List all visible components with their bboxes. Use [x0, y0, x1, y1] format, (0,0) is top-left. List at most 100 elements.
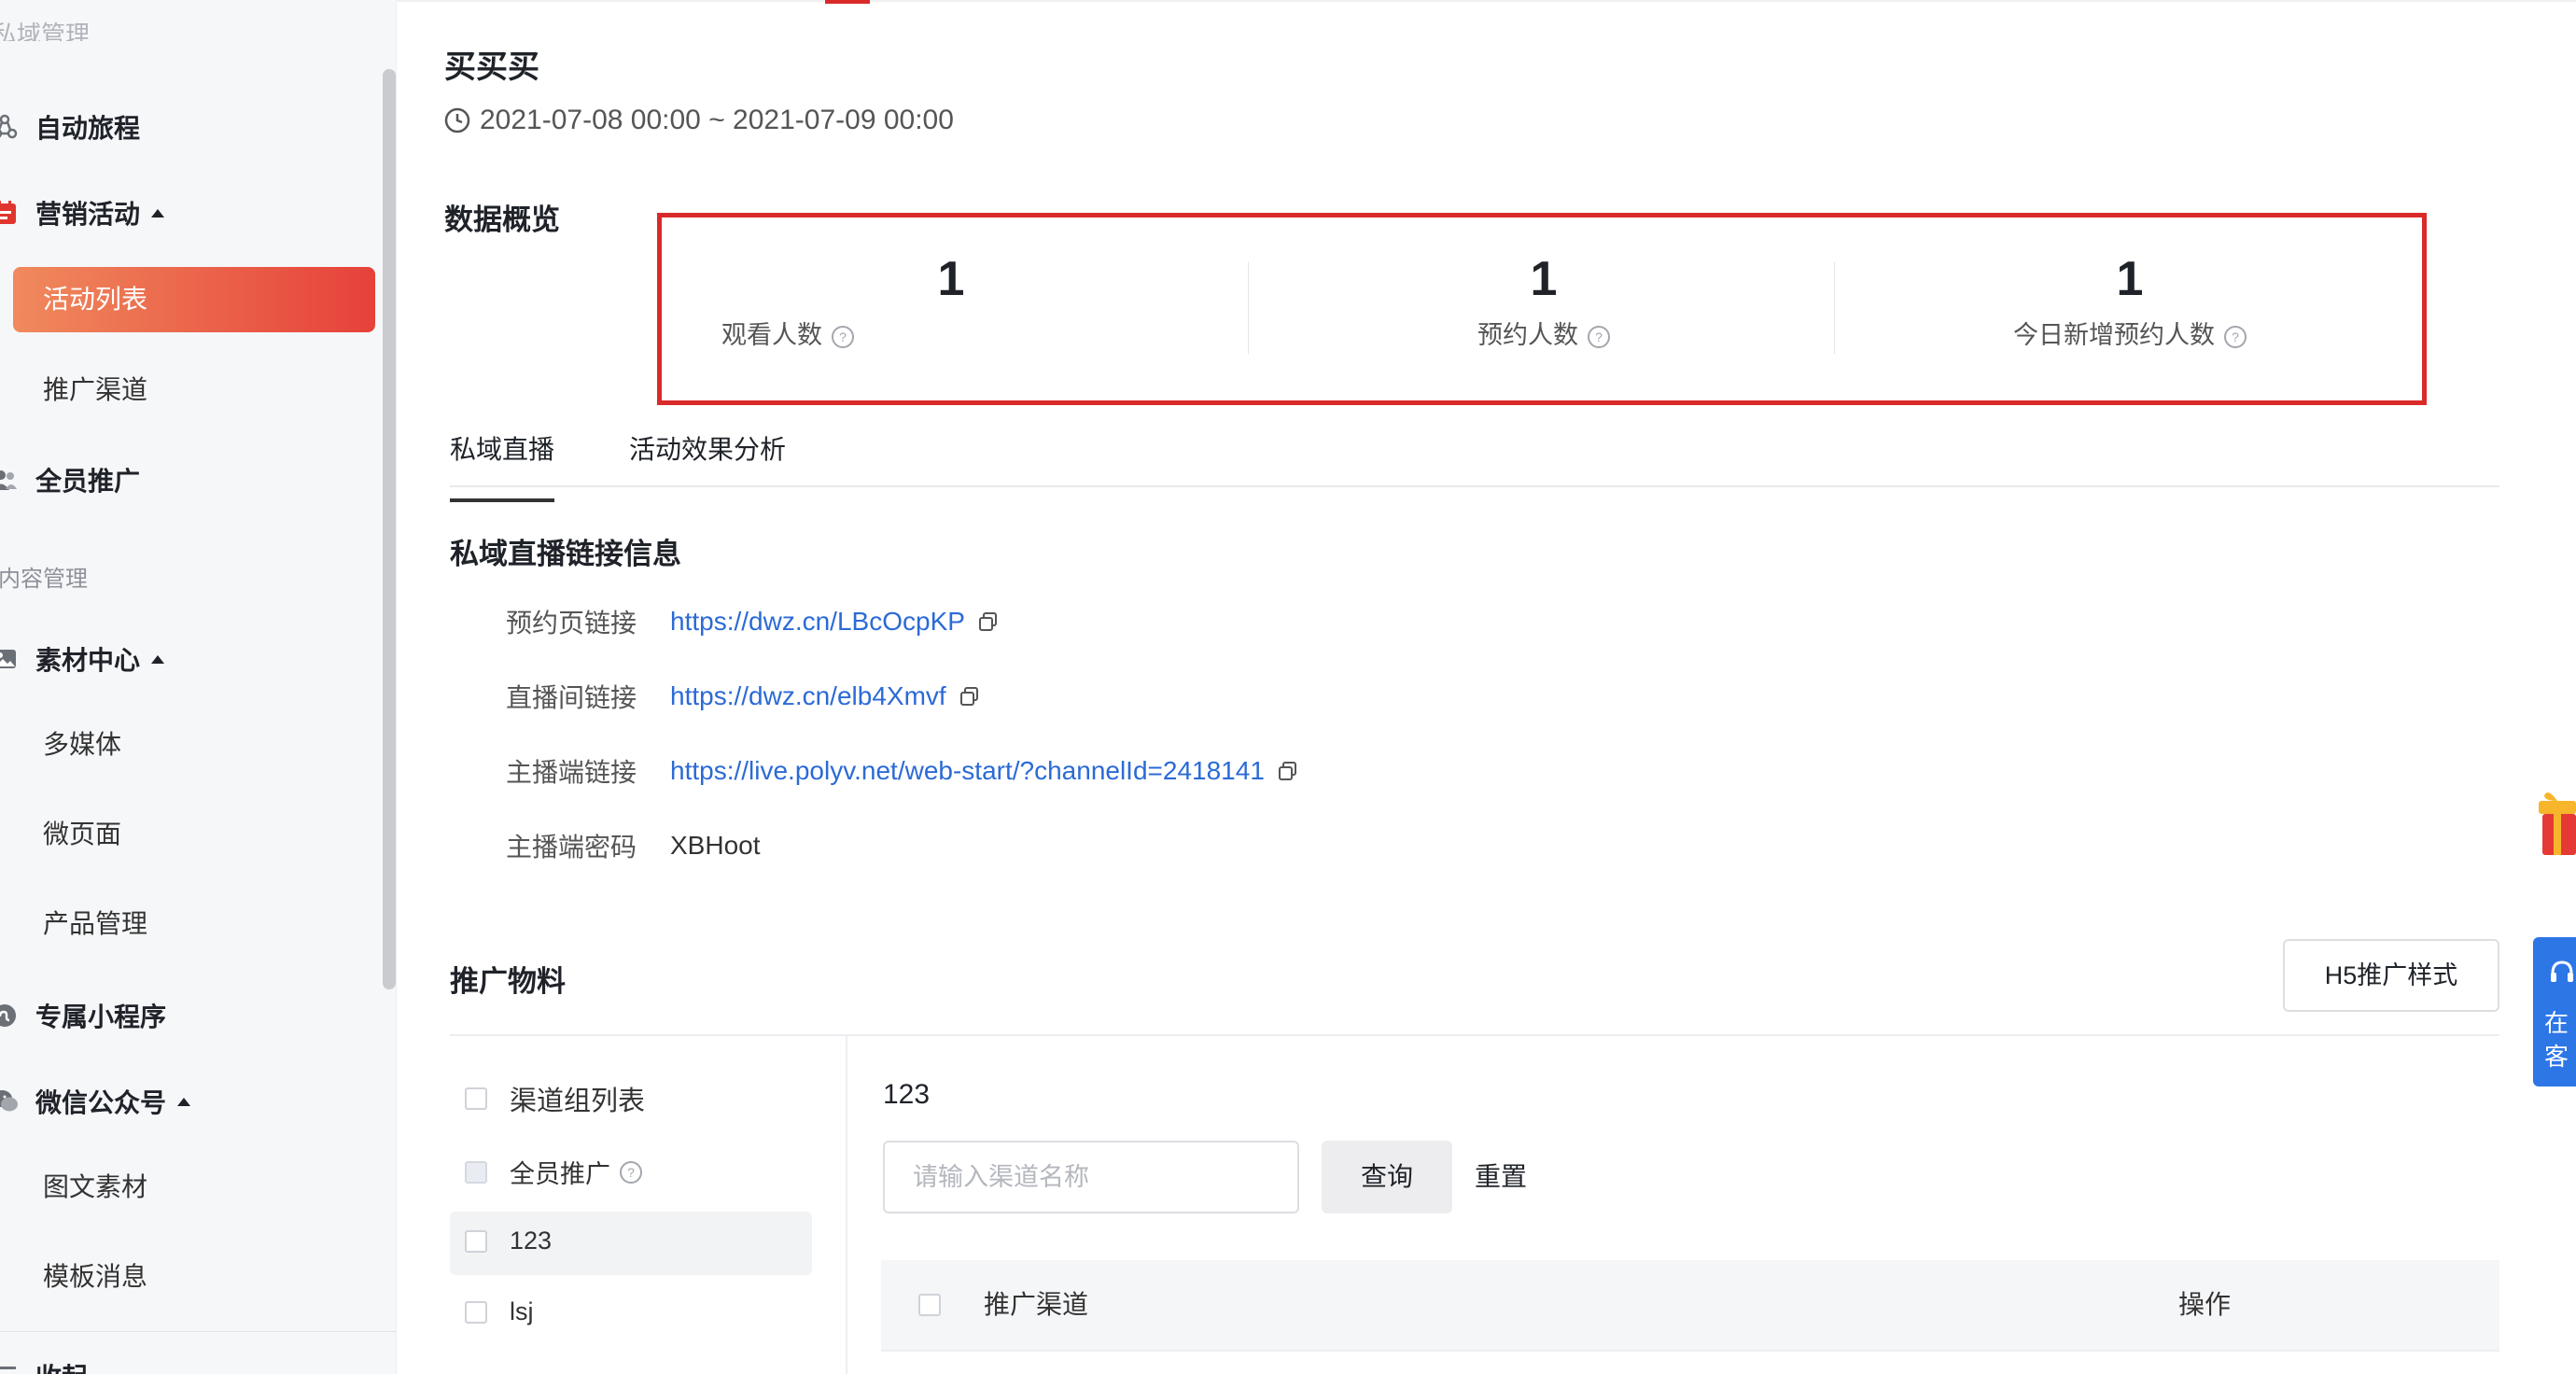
column-header-actions: 操作	[2178, 1290, 2232, 1319]
channel-group-header[interactable]: 渠道组列表	[465, 1079, 645, 1118]
tab-label: 私域直播	[450, 435, 555, 464]
reservation-link[interactable]: https://dwz.cn/LBcOcpKP	[670, 607, 965, 637]
query-button[interactable]: 查询	[1322, 1141, 1452, 1213]
sidebar-item-product-management[interactable]: 产品管理	[43, 896, 147, 952]
copy-icon[interactable]	[959, 686, 980, 707]
sidebar-item-label: 营销活动	[35, 200, 141, 229]
table-divider	[881, 1350, 2499, 1352]
wechat-icon	[0, 1087, 19, 1115]
checkbox[interactable]	[465, 1229, 487, 1253]
sidebar-item-marketing[interactable]: 营销活动	[0, 185, 165, 241]
channel-group-label: 全员推广	[510, 1160, 610, 1188]
tab-private-live[interactable]: 私域直播	[450, 429, 555, 502]
stat-value: 1	[937, 252, 965, 306]
anchor-password: XBHoot	[670, 831, 761, 860]
channel-group-item[interactable]: 123	[465, 1227, 552, 1255]
sidebar-scrollbar[interactable]	[383, 69, 396, 989]
calendar-icon	[0, 199, 19, 227]
link-key: 主播端密码	[506, 833, 637, 862]
sidebar-item-label: 自动旅程	[35, 114, 141, 143]
column-header-channel: 推广渠道	[984, 1290, 1089, 1319]
help-icon[interactable]: ?	[620, 1160, 642, 1184]
caret-up-icon	[151, 654, 165, 664]
stat-label: 今日新增预约人数	[2013, 321, 2215, 349]
copy-icon[interactable]	[978, 611, 999, 632]
help-icon[interactable]: ?	[1588, 325, 1610, 348]
gift-icon[interactable]	[2535, 784, 2576, 864]
overview-stats-box: 1 观看人数? 1 预约人数? 1 今日新增预约人数?	[657, 213, 2427, 405]
channel-search-input[interactable]	[883, 1141, 1299, 1213]
stat-value: 1	[2116, 252, 2144, 306]
stat-value: 1	[1530, 252, 1558, 306]
channel-group-item[interactable]: lsj	[465, 1297, 534, 1326]
help-icon[interactable]: ?	[2224, 325, 2247, 348]
sidebar-item-auto-journey[interactable]: 自动旅程	[0, 99, 140, 155]
caret-up-icon	[177, 1097, 191, 1106]
tab-effect-analysis[interactable]: 活动效果分析	[629, 429, 786, 467]
sidebar-item-label: 素材中心	[35, 646, 141, 675]
tab-active-underline	[450, 498, 554, 502]
sidebar-item-all-staff-promo[interactable]: 全员推广	[0, 452, 140, 508]
checkbox[interactable]	[465, 1087, 487, 1110]
stat-divider	[1248, 262, 1249, 354]
sidebar-item-promo-channel[interactable]: 推广渠道	[43, 362, 147, 418]
stat-label-wrap: 观看人数?	[662, 315, 1250, 351]
stat-label-wrap: 预约人数?	[1250, 315, 1838, 351]
copy-icon[interactable]	[1278, 761, 1298, 781]
sidebar-item-micro-page[interactable]: 微页面	[43, 806, 121, 862]
selected-group-name: 123	[883, 1079, 931, 1110]
sidebar-item-label: 全员推广	[35, 467, 141, 496]
link-key: 直播间链接	[506, 683, 637, 712]
table-header: 推广渠道 操作	[881, 1260, 2499, 1350]
link-row-anchor: 主播端链接 https://live.polyv.net/web-start/?…	[506, 752, 1298, 790]
sidebar-cut-label: 私域管理	[0, 21, 91, 41]
sidebar: 私域管理 自动旅程 营销活动 活动列表 推广渠道 全员推广 内容管理 素材中心 …	[0, 0, 397, 1374]
h5-style-button[interactable]: H5推广样式	[2283, 939, 2499, 1012]
page-title: 买买买	[444, 49, 539, 85]
anchor-link[interactable]: https://live.polyv.net/web-start/?channe…	[670, 756, 1265, 786]
live-room-link[interactable]: https://dwz.cn/elb4Xmvf	[670, 681, 946, 711]
sidebar-item-article-material[interactable]: 图文素材	[43, 1159, 147, 1215]
channel-group-label: lsj	[510, 1297, 534, 1325]
miniprogram-icon	[0, 1002, 19, 1030]
reset-button[interactable]: 重置	[1475, 1141, 1527, 1213]
sidebar-collapse-button[interactable]: 收起	[0, 1348, 88, 1374]
sidebar-item-material-center[interactable]: 素材中心	[0, 631, 165, 687]
journey-icon	[0, 113, 19, 141]
stat-reservations: 1 预约人数?	[1250, 217, 1838, 400]
clock-icon	[444, 107, 470, 133]
sidebar-divider	[0, 1331, 396, 1332]
sidebar-item-label: 活动列表	[43, 285, 148, 314]
sidebar-item-mini-program[interactable]: 专属小程序	[0, 988, 166, 1044]
promo-column-divider	[846, 1036, 847, 1374]
top-tab-indicator	[825, 0, 870, 4]
stat-new-reservations-today: 1 今日新增预约人数?	[1836, 217, 2424, 400]
service-text-line: 客	[2544, 1043, 2569, 1071]
channel-group-label: 123	[510, 1227, 553, 1255]
date-range: 2021-07-08 00:00 ~ 2021-07-09 00:00	[444, 105, 954, 136]
collapse-icon	[0, 1362, 19, 1374]
top-bar-line	[396, 0, 2576, 2]
link-key: 预约页链接	[506, 609, 637, 638]
sidebar-item-template-message[interactable]: 模板消息	[43, 1249, 147, 1305]
stat-label-wrap: 今日新增预约人数?	[1836, 315, 2424, 351]
sidebar-item-label: 专属小程序	[35, 1002, 167, 1031]
stat-divider	[1834, 262, 1835, 354]
help-icon[interactable]: ?	[832, 325, 854, 348]
sidebar-item-activity-list[interactable]: 活动列表	[13, 267, 375, 332]
section-label-content: 内容管理	[0, 567, 88, 592]
select-all-checkbox[interactable]	[918, 1294, 941, 1316]
image-icon	[0, 645, 19, 673]
channel-group-item[interactable]: 全员推广 ?	[465, 1154, 642, 1190]
sidebar-item-multimedia[interactable]: 多媒体	[43, 717, 121, 773]
checkbox[interactable]	[465, 1160, 487, 1184]
headset-icon	[2551, 960, 2573, 982]
tab-bar: 私域直播 活动效果分析	[450, 411, 2499, 502]
caret-up-icon	[151, 208, 165, 217]
link-row-anchor-password: 主播端密码 XBHoot	[506, 827, 761, 864]
online-service-widget[interactable]: 在 客	[2533, 937, 2576, 1087]
stat-label: 预约人数	[1477, 321, 1578, 349]
sidebar-item-wechat-official[interactable]: 微信公众号	[0, 1073, 191, 1129]
stat-viewers: 1 观看人数?	[662, 217, 1250, 400]
checkbox[interactable]	[465, 1300, 487, 1324]
